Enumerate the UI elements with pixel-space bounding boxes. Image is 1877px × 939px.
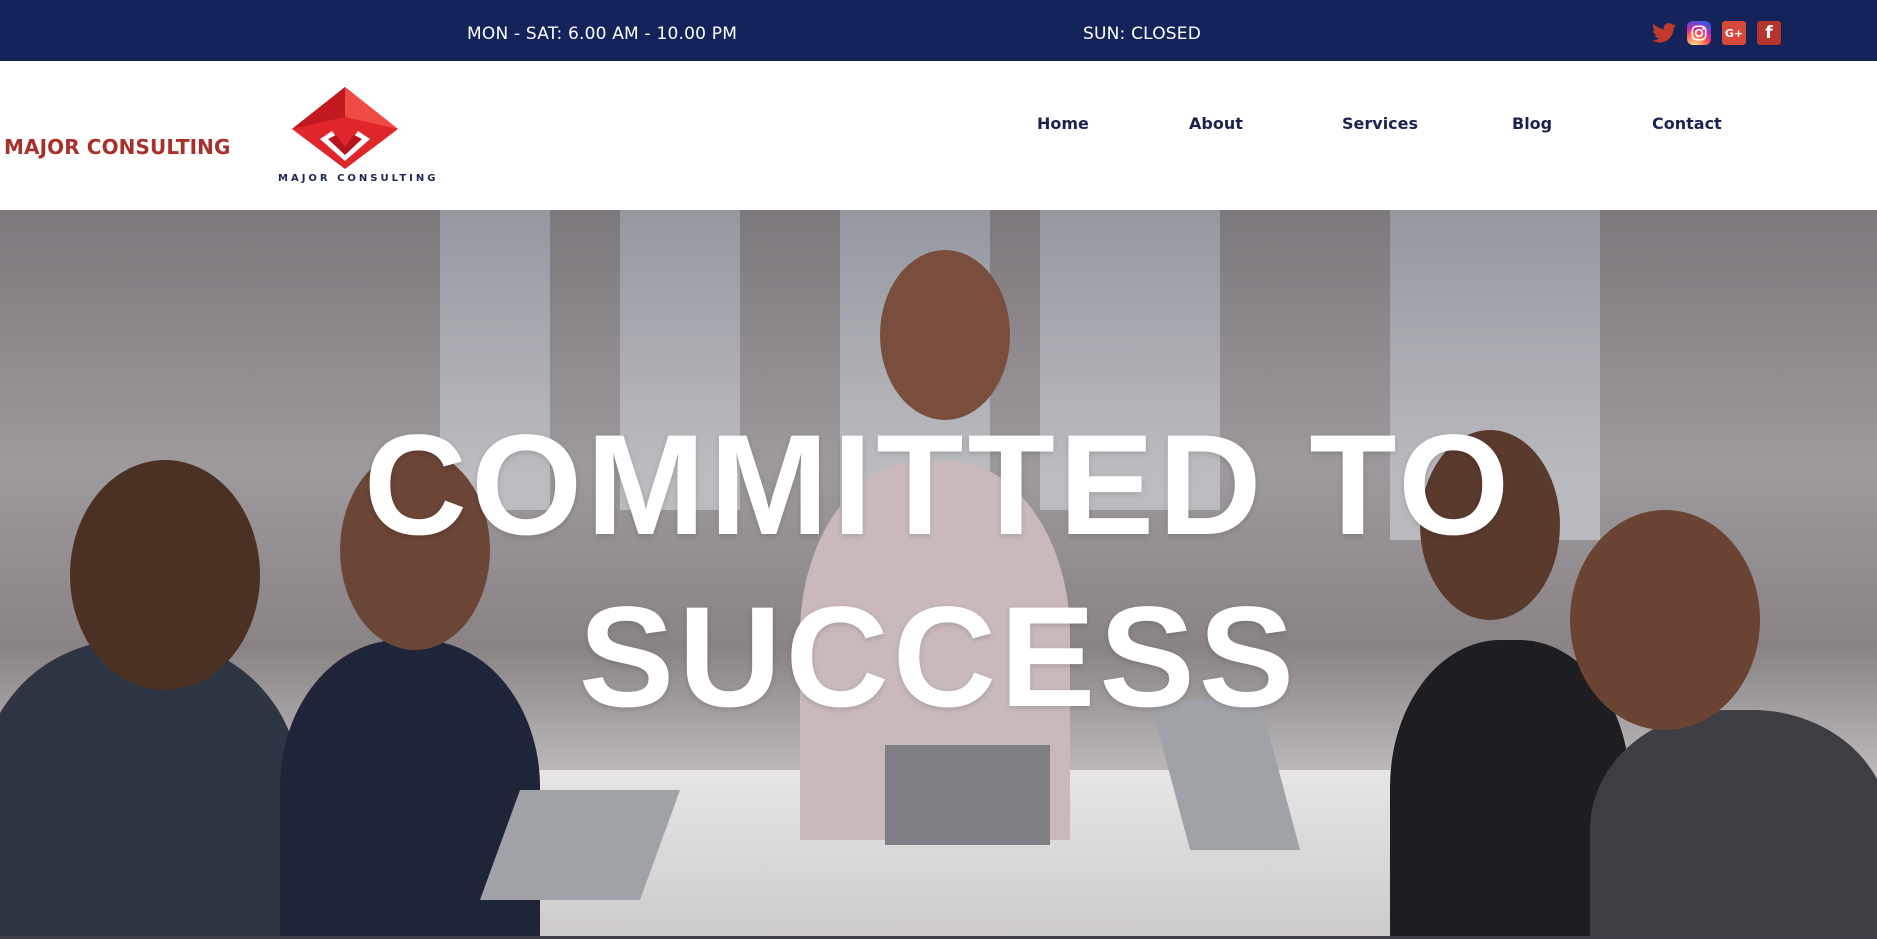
twitter-icon[interactable] — [1652, 21, 1676, 45]
tablet — [885, 745, 1050, 845]
nav-blog[interactable]: Blog — [1512, 114, 1552, 133]
logo-caption: MAJOR CONSULTING — [278, 173, 439, 184]
person-right — [1590, 710, 1877, 939]
instagram-icon[interactable] — [1687, 21, 1711, 45]
sunday-hours: SUN: CLOSED — [1083, 24, 1202, 44]
hero-title-line2: SUCCESS — [578, 578, 1299, 737]
social-links: G+ f — [1652, 21, 1781, 45]
nav-contact[interactable]: Contact — [1652, 114, 1722, 133]
nav-services[interactable]: Services — [1342, 114, 1418, 133]
hero-banner: COMMITTED TO SUCCESS — [0, 210, 1877, 939]
site-header: MAJOR CONSULTING MAJOR CONSULTING Home A… — [0, 61, 1877, 210]
facebook-icon[interactable]: f — [1757, 21, 1781, 45]
person-center-head — [880, 250, 1010, 420]
nav-home[interactable]: Home — [1037, 114, 1089, 133]
brand-name-link[interactable]: MAJOR CONSULTING — [4, 135, 231, 159]
hero-title-line1: COMMITTED TO — [363, 406, 1514, 565]
hero-title: COMMITTED TO SUCCESS — [0, 400, 1877, 744]
top-info-bar: MON - SAT: 6.00 AM - 10.00 PM SUN: CLOSE… — [0, 0, 1877, 61]
logo[interactable]: MAJOR CONSULTING — [276, 87, 436, 187]
diamond-logo-icon — [292, 87, 398, 169]
weekday-hours: MON - SAT: 6.00 AM - 10.00 PM — [467, 24, 738, 44]
google-plus-icon[interactable]: G+ — [1722, 21, 1746, 45]
nav-about[interactable]: About — [1189, 114, 1243, 133]
